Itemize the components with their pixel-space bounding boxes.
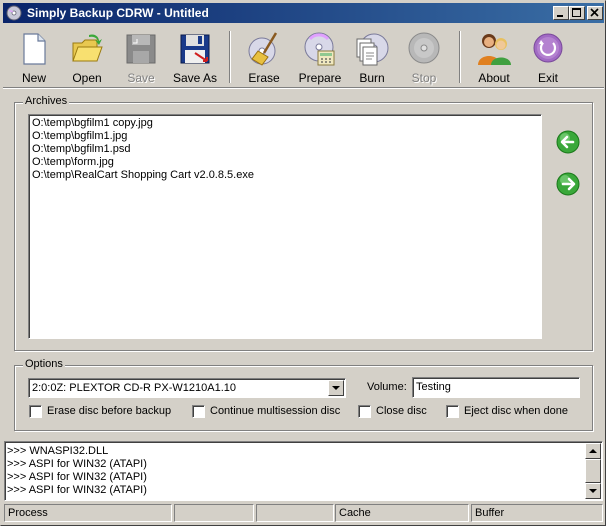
status-panel-3 [256, 504, 334, 522]
toolbar: New Open Save Save As Erase Prepare Burn… [3, 25, 604, 87]
drive-select-value: 2:0:0Z: PLEXTOR CD-R PX-W1210A1.10 [32, 382, 236, 394]
status-process: Process [4, 504, 172, 522]
log-line: >>> ASPI for WIN32 (ATAPI) [7, 471, 147, 483]
options-group: Options [14, 358, 593, 431]
close-button[interactable] [587, 6, 603, 20]
scroll-thumb[interactable] [585, 459, 601, 483]
continue-multisession-checkbox[interactable]: Continue multisession disc [192, 405, 342, 419]
save-as-icon [180, 34, 210, 64]
archives-list[interactable]: O:\temp\bgfilm1 copy.jpg O:\temp\bgfilm1… [28, 114, 542, 339]
archives-legend: Archives [23, 95, 70, 107]
log-output[interactable]: >>> WNASPI32.DLL >>> ASPI for WIN32 (ATA… [4, 441, 603, 501]
about-button[interactable]: About [467, 29, 521, 85]
erase-before-backup-checkbox[interactable]: Erase disc before backup [29, 405, 179, 419]
new-document-icon [23, 33, 46, 65]
save-as-button[interactable]: Save As [168, 29, 222, 85]
new-button[interactable]: New [7, 29, 61, 85]
close-disc-checkbox[interactable]: Close disc [358, 405, 438, 419]
checkbox-box[interactable] [29, 405, 42, 418]
status-cache: Cache [335, 504, 469, 522]
app-disc-icon [6, 5, 22, 21]
list-item[interactable]: O:\temp\RealCart Shopping Cart v2.0.8.5.… [32, 169, 254, 181]
stop-button[interactable]: Stop [397, 29, 451, 85]
app-window: Simply Backup CDRW - Untitled New Open S… [0, 0, 606, 526]
log-line: >>> WNASPI32.DLL [7, 445, 109, 457]
maximize-button[interactable] [569, 6, 585, 20]
chevron-down-icon [332, 386, 340, 390]
exit-button[interactable]: Exit [521, 29, 575, 85]
title-bar[interactable]: Simply Backup CDRW - Untitled [3, 3, 604, 23]
arrow-left-icon [556, 130, 580, 154]
toolbar-separator [459, 31, 461, 83]
add-archive-button[interactable] [555, 129, 581, 155]
open-button[interactable]: Open [60, 29, 114, 85]
log-line: >>> ASPI for WIN32 (ATAPI) [7, 484, 147, 496]
about-people-icon [478, 34, 511, 65]
burn-button[interactable]: Burn [345, 29, 399, 85]
checkbox-box[interactable] [446, 405, 459, 418]
list-item[interactable]: O:\temp\bgfilm1.psd [32, 143, 130, 155]
checkbox-box[interactable] [358, 405, 371, 418]
status-buffer: Buffer [471, 504, 603, 522]
burn-disc-icon [356, 33, 389, 66]
open-folder-icon [72, 34, 103, 62]
save-disk-icon [126, 34, 156, 64]
status-panel-2 [174, 504, 254, 522]
arrow-right-icon [556, 172, 580, 196]
toolbar-separator [229, 31, 231, 83]
window-title: Simply Backup CDRW - Untitled [27, 6, 209, 20]
toolbar-divider [3, 87, 604, 89]
scroll-down-button[interactable] [585, 483, 601, 499]
volume-label: Volume: [367, 381, 407, 393]
list-item[interactable]: O:\temp\form.jpg [32, 156, 114, 168]
prepare-button[interactable]: Prepare [293, 29, 347, 85]
stop-disc-icon [408, 32, 440, 64]
scroll-up-icon [589, 449, 597, 453]
checkbox-box[interactable] [192, 405, 205, 418]
list-item[interactable]: O:\temp\bgfilm1 copy.jpg [32, 117, 153, 129]
maximize-icon [572, 8, 581, 17]
erase-broom-icon [248, 32, 278, 66]
log-scrollbar[interactable] [585, 443, 601, 499]
minimize-button[interactable] [553, 6, 569, 20]
eject-when-done-checkbox[interactable]: Eject disc when done [446, 405, 576, 419]
prepare-disc-icon [304, 32, 335, 66]
drive-select[interactable]: 2:0:0Z: PLEXTOR CD-R PX-W1210A1.10 [28, 378, 346, 398]
options-legend: Options [23, 358, 65, 370]
close-icon [590, 8, 599, 17]
exit-power-icon [533, 33, 563, 63]
save-button[interactable]: Save [114, 29, 168, 85]
scroll-down-icon [589, 489, 597, 493]
volume-input[interactable]: Testing [412, 377, 580, 398]
log-line: >>> ASPI for WIN32 (ATAPI) [7, 458, 147, 470]
scroll-up-button[interactable] [585, 443, 601, 459]
erase-button[interactable]: Erase [237, 29, 291, 85]
minimize-icon [557, 15, 563, 17]
list-item[interactable]: O:\temp\bgfilm1.jpg [32, 130, 127, 142]
volume-input-value: Testing [416, 381, 451, 393]
remove-archive-button[interactable] [555, 171, 581, 197]
drive-dropdown-button[interactable] [328, 380, 344, 396]
